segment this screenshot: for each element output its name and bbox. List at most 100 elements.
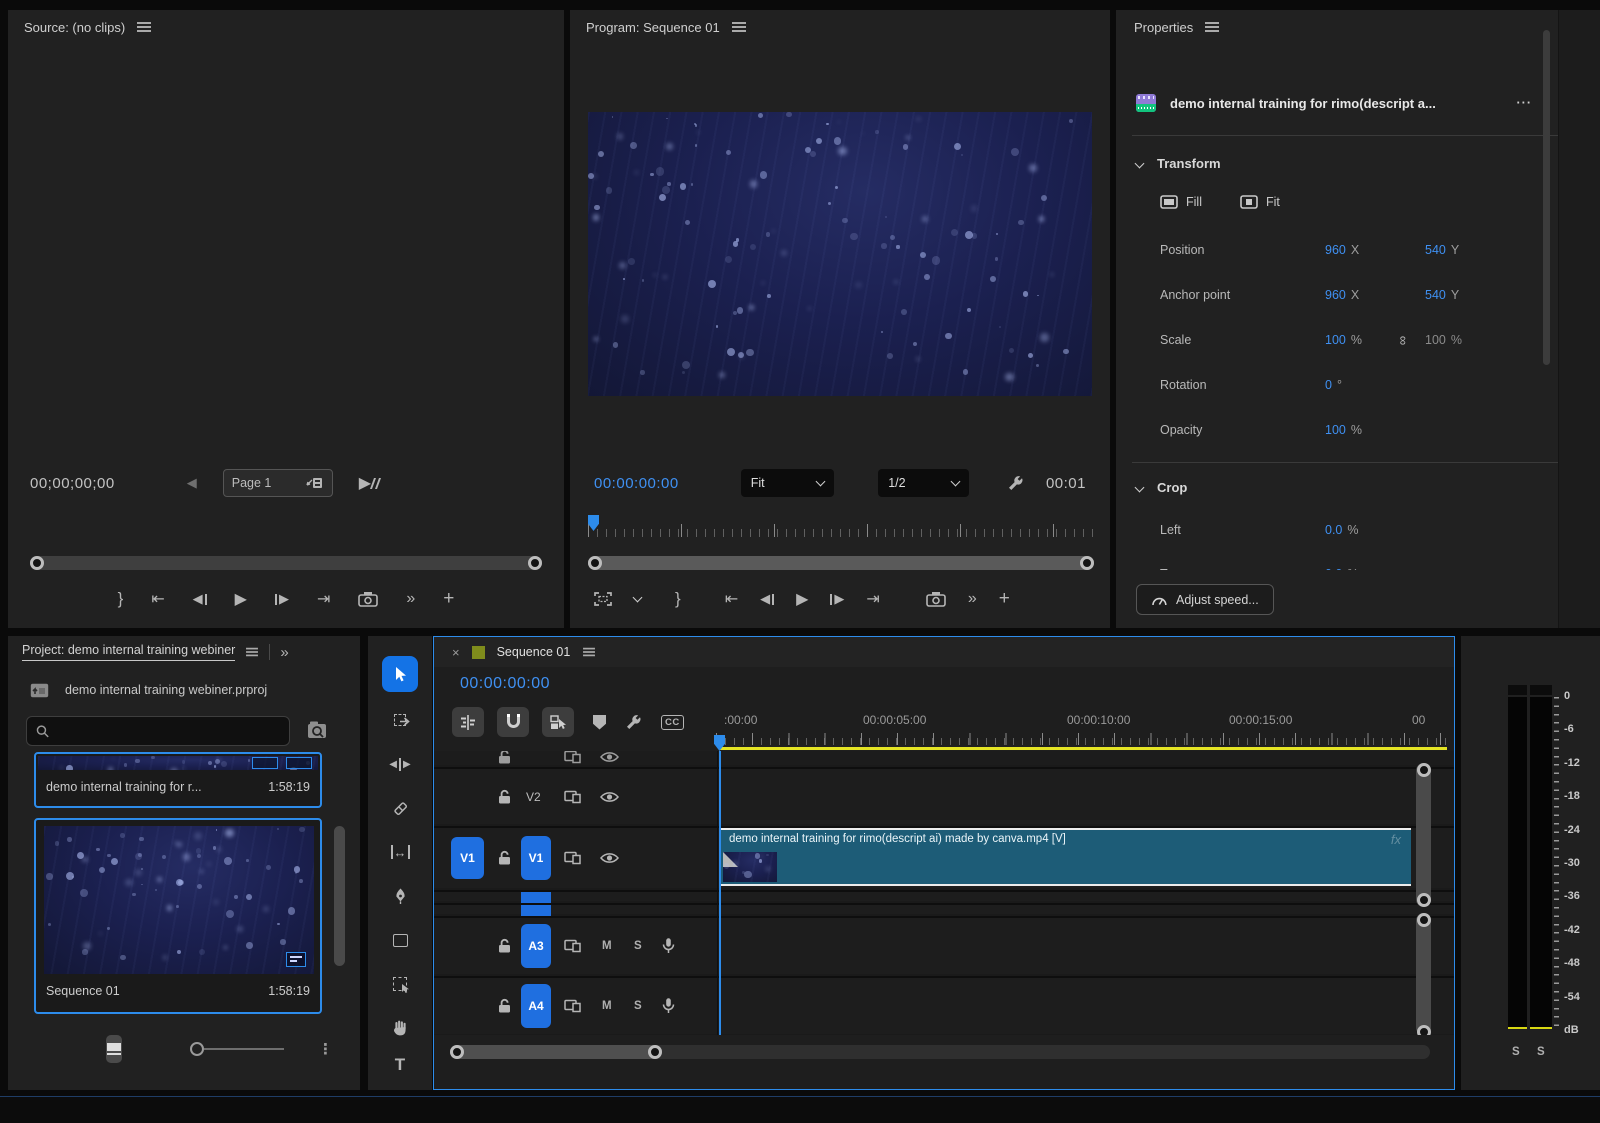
slip-tool[interactable]: ↔ bbox=[382, 834, 418, 870]
view-options-icon[interactable] bbox=[594, 587, 612, 611]
lock-icon[interactable] bbox=[498, 789, 511, 804]
mute-button[interactable]: M bbox=[602, 940, 612, 952]
icon-view-button[interactable] bbox=[106, 1035, 122, 1063]
program-scroll-handle-right[interactable] bbox=[1080, 556, 1094, 570]
source-patch-v1[interactable]: V1 bbox=[451, 837, 484, 879]
vscroll-handle-bottom[interactable] bbox=[1417, 893, 1431, 907]
crop-collapse-icon[interactable] bbox=[1135, 482, 1145, 492]
target-track-icon[interactable] bbox=[564, 751, 581, 763]
page-selector[interactable]: Page 1 bbox=[223, 469, 333, 497]
lock-icon[interactable] bbox=[498, 751, 511, 764]
clip-fx-badge[interactable]: fx bbox=[1391, 832, 1401, 847]
timeline-tab-title[interactable]: Sequence 01 bbox=[497, 645, 571, 659]
play-in-to-out-icon[interactable]: ▶ bbox=[359, 471, 379, 495]
target-track-icon[interactable] bbox=[564, 790, 581, 803]
meter-solo-right[interactable]: S bbox=[1537, 1046, 1545, 1058]
panel-overflow-icon[interactable]: » bbox=[280, 644, 288, 661]
timeline-timecode[interactable]: 00:00:00:00 bbox=[460, 675, 550, 692]
snap-toggle-button[interactable] bbox=[497, 707, 529, 737]
adjust-speed-button[interactable]: Adjust speed... bbox=[1136, 584, 1274, 615]
zoom-level-select[interactable]: Fit bbox=[741, 469, 834, 497]
go-to-out-icon[interactable]: ⇥ bbox=[866, 587, 879, 611]
project-panel-tab[interactable]: Project: demo internal training webiner bbox=[22, 643, 235, 661]
track-a2-stub[interactable] bbox=[521, 905, 551, 916]
search-input[interactable] bbox=[58, 723, 280, 739]
track-a4-target-button[interactable]: A4 bbox=[521, 984, 551, 1028]
program-timecode[interactable]: 00:00:00:00 bbox=[594, 475, 679, 492]
linked-selection-button[interactable] bbox=[542, 707, 574, 737]
step-forward-icon[interactable]: ▶ bbox=[830, 587, 844, 611]
mute-button[interactable]: M bbox=[602, 1000, 612, 1012]
selection-tool[interactable] bbox=[382, 656, 418, 692]
timeline-panel-menu-icon[interactable] bbox=[583, 648, 595, 657]
solo-button[interactable]: S bbox=[634, 1000, 642, 1012]
program-video-preview[interactable] bbox=[588, 112, 1092, 396]
track-v1-target-button[interactable]: V1 bbox=[521, 836, 551, 880]
program-scroll-handle-left[interactable] bbox=[588, 556, 602, 570]
play-button-icon[interactable]: ▶ bbox=[796, 587, 808, 611]
program-panel-menu-icon[interactable] bbox=[732, 22, 746, 32]
lock-icon[interactable] bbox=[498, 999, 511, 1014]
go-to-in-icon[interactable]: ⇤ bbox=[151, 587, 164, 611]
mark-out-icon[interactable]: } bbox=[675, 587, 681, 611]
rectangle-tool[interactable] bbox=[382, 922, 418, 958]
settings-wrench-icon[interactable] bbox=[1007, 475, 1024, 492]
properties-panel-menu-icon[interactable] bbox=[1205, 22, 1219, 32]
type-tool[interactable]: T bbox=[382, 1054, 418, 1076]
track-a3-target-button[interactable]: A3 bbox=[521, 924, 551, 968]
rotation-value[interactable]: 0° bbox=[1325, 378, 1342, 392]
project-file-name[interactable]: demo internal training webiner.prproj bbox=[65, 683, 267, 697]
fill-button[interactable]: Fill bbox=[1160, 195, 1202, 209]
hscroll-handle-left[interactable] bbox=[450, 1045, 464, 1059]
play-button-icon[interactable]: ▶ bbox=[235, 587, 247, 611]
transform-collapse-icon[interactable] bbox=[1135, 158, 1145, 168]
playhead-line[interactable] bbox=[719, 751, 721, 1035]
add-marker-icon[interactable] bbox=[593, 715, 606, 730]
position-y-value[interactable]: 540Y bbox=[1425, 243, 1459, 257]
timeline-clip-v1[interactable]: demo internal training for rimo(descript… bbox=[721, 828, 1411, 886]
track-a1-stub[interactable] bbox=[521, 892, 551, 903]
mic-icon[interactable] bbox=[662, 938, 675, 955]
track-v3-partial[interactable] bbox=[434, 751, 1454, 765]
program-mini-ruler[interactable] bbox=[588, 515, 1094, 537]
add-button-icon[interactable]: + bbox=[999, 587, 1010, 611]
work-area-bar[interactable] bbox=[719, 747, 1447, 751]
vscroll-handle-top[interactable] bbox=[1417, 913, 1431, 927]
hand-tool[interactable] bbox=[382, 1010, 418, 1046]
properties-scrollbar[interactable] bbox=[1543, 30, 1550, 365]
timeline-settings-wrench-icon[interactable] bbox=[625, 714, 642, 731]
pen-tool[interactable] bbox=[382, 878, 418, 914]
target-track-icon[interactable] bbox=[564, 1000, 581, 1013]
ripple-edit-tool[interactable]: ◀▶ bbox=[382, 746, 418, 782]
mic-icon[interactable] bbox=[662, 998, 675, 1015]
target-track-icon[interactable] bbox=[564, 852, 581, 865]
scale-x-value[interactable]: 100% bbox=[1325, 333, 1362, 347]
export-frame-icon[interactable] bbox=[926, 587, 946, 611]
step-forward-icon[interactable]: ▶ bbox=[275, 587, 289, 611]
object-selection-tool[interactable] bbox=[382, 966, 418, 1002]
thumbnail-zoom-slider[interactable] bbox=[190, 1042, 284, 1056]
project-item-sequence[interactable]: Sequence 01 1:58:19 bbox=[34, 818, 322, 1014]
view-options-chevron-icon[interactable] bbox=[633, 593, 643, 603]
track-a4-header[interactable]: A4 M S bbox=[434, 976, 1454, 1034]
scale-y-value[interactable]: 100% bbox=[1425, 333, 1462, 347]
project-item-video[interactable]: demo internal training for r... 1:58:19 bbox=[34, 752, 322, 808]
clip-more-options-icon[interactable]: ··· bbox=[1517, 96, 1533, 110]
go-to-out-icon[interactable]: ⇥ bbox=[317, 587, 330, 611]
eye-icon[interactable] bbox=[600, 852, 619, 865]
search-box[interactable] bbox=[26, 716, 290, 746]
source-timecode[interactable]: 00;00;00;00 bbox=[30, 475, 115, 492]
project-footer-menu-icon[interactable]: ⋮ bbox=[318, 1040, 333, 1058]
captions-toggle[interactable]: CC bbox=[661, 715, 684, 730]
track-a2-collapsed[interactable] bbox=[434, 903, 1454, 914]
video-tracks-scrollbar[interactable] bbox=[1416, 763, 1431, 907]
previous-page-icon[interactable]: ◀ bbox=[187, 475, 197, 491]
target-track-icon[interactable] bbox=[564, 940, 581, 953]
track-select-forward-tool[interactable] bbox=[382, 702, 418, 738]
project-home-icon[interactable] bbox=[30, 683, 49, 698]
vscroll-handle-bottom[interactable] bbox=[1417, 1025, 1431, 1035]
hscroll-handle-right[interactable] bbox=[648, 1045, 662, 1059]
track-a1-collapsed[interactable] bbox=[434, 890, 1454, 901]
track-v2-header[interactable]: V2 bbox=[434, 767, 1454, 824]
export-frame-icon[interactable] bbox=[358, 587, 378, 611]
